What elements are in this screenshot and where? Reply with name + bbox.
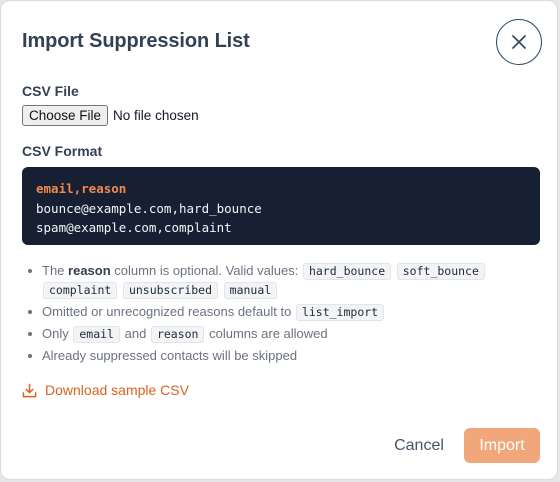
note-text: column is optional. Valid values: xyxy=(114,263,299,278)
csv-file-label: CSV File xyxy=(22,83,79,99)
list-item: Omitted or unrecognized reasons default … xyxy=(25,302,535,321)
code-line-header: email,reason xyxy=(36,181,127,196)
code-line: bounce@example.com,hard_bounce xyxy=(36,200,262,216)
note-text: Only xyxy=(42,326,69,341)
code-line: spam@example.com,complaint xyxy=(36,220,232,235)
file-input: Choose File No file chosen xyxy=(22,105,199,126)
close-button[interactable] xyxy=(496,19,542,65)
cancel-button[interactable]: Cancel xyxy=(384,429,454,463)
download-link-label: Download sample CSV xyxy=(45,382,189,398)
csv-format-example: email,reason bounce@example.com,hard_bou… xyxy=(22,167,540,245)
choose-file-button[interactable]: Choose File xyxy=(22,105,109,126)
value-tag: soft_bounce xyxy=(396,263,485,280)
list-item: Only email and reason columns are allowe… xyxy=(25,324,535,343)
note-text: Already suppressed contacts will be skip… xyxy=(42,348,298,363)
note-bold-text: reason xyxy=(68,263,111,278)
download-icon xyxy=(22,383,37,397)
file-status-text: No file chosen xyxy=(113,108,199,123)
value-tag: reason xyxy=(150,326,205,343)
dialog-title: Import Suppression List xyxy=(22,30,250,52)
import-suppression-dialog: Import Suppression List CSV File Choose … xyxy=(0,0,558,480)
close-icon xyxy=(512,35,526,49)
value-tag: list_import xyxy=(295,304,385,321)
value-tag: hard_bounce xyxy=(302,263,392,280)
import-button[interactable]: Import xyxy=(464,428,540,463)
note-text: Omitted or unrecognized reasons default … xyxy=(42,304,292,319)
list-item: Already suppressed contacts will be skip… xyxy=(25,346,535,365)
note-text: and xyxy=(124,326,147,341)
note-text: The xyxy=(42,263,65,278)
value-tag: complaint xyxy=(43,282,118,299)
note-text: columns are allowed xyxy=(209,326,328,341)
download-sample-link[interactable]: Download sample CSV xyxy=(22,382,189,398)
format-notes-list: The reason column is optional. Valid val… xyxy=(25,261,535,368)
value-tag: email xyxy=(73,326,120,343)
csv-format-label: CSV Format xyxy=(22,143,103,159)
list-item: The reason column is optional. Valid val… xyxy=(25,261,535,299)
value-tag: manual xyxy=(223,282,278,299)
value-tag: unsubscribed xyxy=(122,282,219,299)
